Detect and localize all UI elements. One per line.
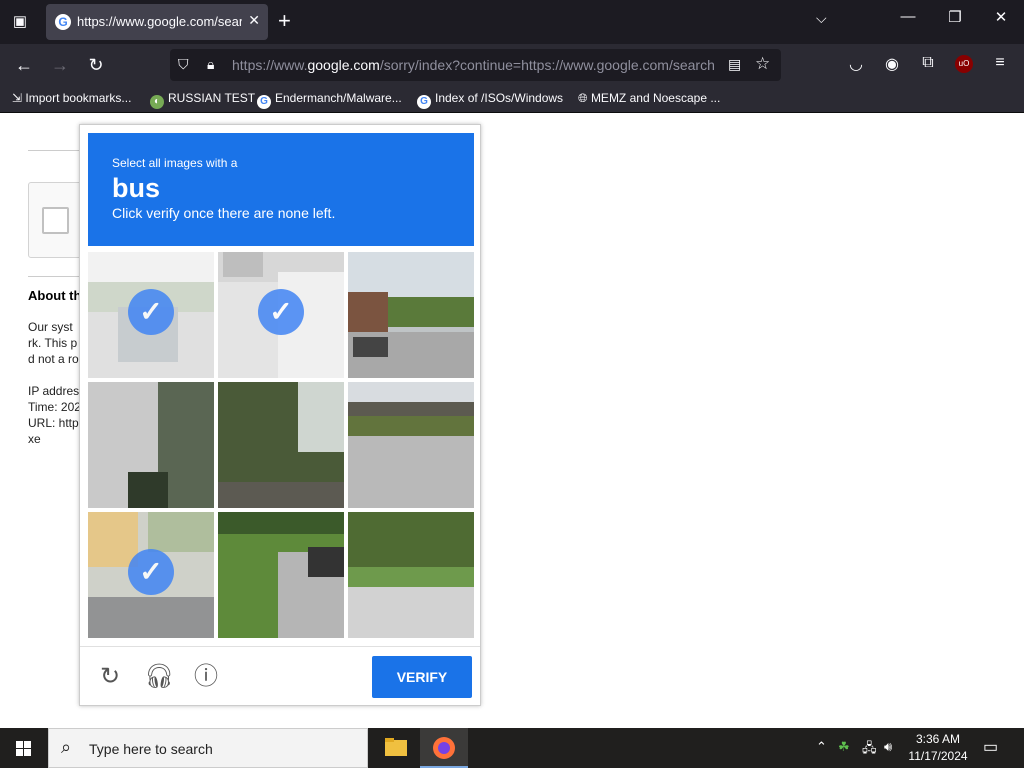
image-tile[interactable]: ✓ (88, 252, 214, 378)
audio-challenge-icon[interactable]: 🎧︎ (144, 663, 174, 691)
site-icon: ◐ (150, 95, 164, 109)
restore-icon[interactable]: ❐ (940, 8, 970, 26)
page-text-line: URL: http (28, 416, 79, 430)
ublock-icon[interactable]: uO (955, 55, 973, 73)
google-icon: G (257, 95, 271, 109)
tab-close-icon[interactable]: ✕ (248, 12, 260, 29)
windows-logo-icon (16, 741, 31, 756)
page-text-line: d not a ro (28, 352, 79, 366)
bookmark-item[interactable]: ⇲ Import bookmarks... (12, 91, 131, 105)
page-text-line: xe (28, 432, 41, 446)
active-tab[interactable]: G https://www.google.com/search ✕ (46, 4, 268, 40)
search-placeholder: Type here to search (89, 741, 213, 757)
image-tile[interactable] (88, 382, 214, 508)
selected-check-icon: ✓ (128, 549, 174, 595)
bookmark-item[interactable]: 🌐︎ MEMZ and Noescape ... (578, 91, 720, 106)
reload-challenge-icon[interactable]: ↻ (96, 663, 124, 691)
page-text-line: Our syst (28, 320, 73, 334)
recaptcha-challenge: Select all images with a bus Click verif… (79, 124, 481, 706)
challenge-header: Select all images with a bus Click verif… (88, 133, 474, 246)
nav-bar: ← → ↻ ⛉ 🔒︎ https://www.google.com/sorry/… (0, 44, 1024, 86)
image-tile[interactable] (348, 512, 474, 638)
file-explorer-icon[interactable] (372, 728, 420, 768)
new-tab-icon[interactable]: + (278, 8, 291, 34)
reader-view-icon[interactable]: ▤ (728, 56, 741, 73)
pocket-icon[interactable]: ◡ (845, 54, 867, 74)
page-text-line: IP addres (28, 384, 80, 398)
app-tray-icon[interactable]: ☘ (838, 739, 850, 755)
google-icon: G (417, 95, 431, 109)
page-text-line: Time: 202 (28, 400, 81, 414)
network-icon[interactable]: 🖧︎ (862, 739, 877, 761)
lock-icon[interactable]: 🔒︎ (207, 56, 214, 73)
image-tile[interactable] (348, 382, 474, 508)
selected-check-icon: ✓ (258, 289, 304, 335)
firefox-icon[interactable] (420, 728, 468, 768)
image-tile[interactable] (348, 252, 474, 378)
google-favicon-icon: G (55, 14, 71, 30)
url-bar[interactable]: ⛉ 🔒︎ https://www.google.com/sorry/index?… (170, 49, 781, 81)
bookmark-item[interactable]: G Index of /ISOs/Windows (417, 91, 563, 109)
tab-title: https://www.google.com/search (77, 14, 242, 29)
bookmark-item[interactable]: ◐ RUSSIAN TEST (150, 91, 255, 109)
import-icon: ⇲ (12, 91, 26, 105)
account-icon[interactable]: ◉ (881, 54, 903, 74)
search-icon: ⌕ (61, 737, 72, 757)
tile-image (88, 382, 214, 508)
notifications-icon[interactable]: ▭ (983, 737, 998, 757)
show-hidden-icons-icon[interactable]: ⌃ (816, 739, 827, 755)
volume-icon[interactable]: 🔊︎ (884, 739, 892, 755)
clock[interactable]: 3:36 AM 11/17/2024 (904, 731, 972, 765)
clock-time: 3:36 AM (915, 732, 961, 746)
bookmarks-bar: ⇲ Import bookmarks... ◐ RUSSIAN TEST G End… (0, 86, 1024, 113)
tile-image (348, 382, 474, 508)
selected-check-icon: ✓ (128, 289, 174, 335)
bookmark-star-icon[interactable]: ☆ (755, 54, 770, 74)
clock-date: 11/17/2024 (908, 749, 968, 763)
tracking-shield-icon[interactable]: ⛉ (178, 56, 189, 73)
taskbar: ⌕ Type here to search ⌃ ☘ 🖧︎ 🔊︎ 3:36 AM … (0, 728, 1024, 768)
image-tile[interactable]: ✓ (218, 252, 344, 378)
not-a-robot-checkbox[interactable] (42, 207, 69, 234)
close-window-icon[interactable]: ✕ (986, 8, 1016, 26)
extensions-icon[interactable]: ⧉ (917, 54, 939, 72)
page-text-line: rk. This p (28, 336, 78, 350)
minimize-icon[interactable]: — (893, 8, 923, 25)
globe-icon: 🌐︎ (578, 91, 591, 105)
image-tile[interactable]: ✓ (88, 512, 214, 638)
bookmark-item[interactable]: G Endermanch/Malware... (257, 91, 402, 109)
tile-image (218, 382, 344, 508)
about-heading: About th (28, 288, 82, 303)
info-icon[interactable]: ⓘ (192, 663, 220, 691)
challenge-target: bus (112, 173, 161, 203)
tile-image (218, 512, 344, 638)
forward-icon[interactable]: → (48, 53, 72, 77)
back-icon[interactable]: ← (12, 53, 36, 77)
list-all-tabs-icon[interactable]: ⌵ (816, 10, 827, 27)
menu-icon[interactable]: ≡ (989, 54, 1011, 72)
tile-image (348, 252, 474, 378)
url-text[interactable]: https://www.google.com/sorry/index?conti… (232, 57, 718, 73)
verify-button[interactable]: VERIFY (372, 656, 472, 698)
tile-image (348, 512, 474, 638)
image-tile[interactable] (218, 382, 344, 508)
instruction-bottom: Click verify once there are none left. (112, 205, 336, 221)
instruction-top: Select all images with a (112, 156, 238, 170)
start-button[interactable] (0, 728, 48, 768)
reload-icon[interactable]: ↻ (84, 53, 108, 77)
image-grid: ✓ ✓ ✓ (88, 252, 474, 638)
tab-bar: ▣ G https://www.google.com/search ✕ + ⌵ … (0, 0, 1024, 44)
challenge-footer: ↻ 🎧︎ ⓘ VERIFY (80, 646, 480, 706)
tab-list-icon[interactable]: ▣ (8, 10, 32, 34)
taskbar-search[interactable]: ⌕ Type here to search (48, 728, 368, 768)
image-tile[interactable] (218, 512, 344, 638)
